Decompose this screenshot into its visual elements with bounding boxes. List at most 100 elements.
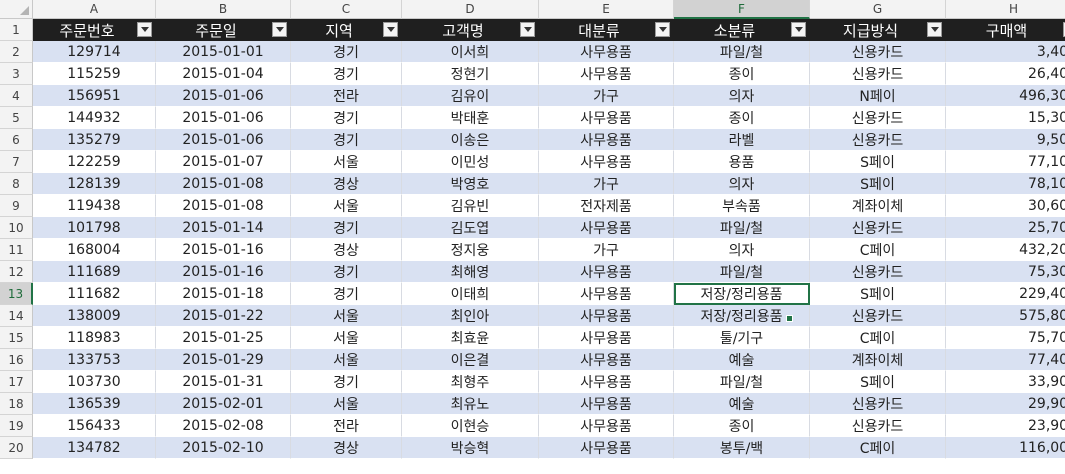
table-cell[interactable]: 최해영 — [402, 261, 539, 283]
table-cell[interactable]: 파일/철 — [674, 261, 810, 283]
filter-dropdown-button[interactable] — [655, 22, 670, 37]
table-cell[interactable]: 575,800 — [946, 305, 1065, 327]
table-cell[interactable]: 종이 — [674, 63, 810, 85]
filter-dropdown-button[interactable] — [383, 22, 398, 37]
table-cell[interactable]: 라벨 — [674, 129, 810, 151]
table-cell[interactable]: 최효윤 — [402, 327, 539, 349]
table-cell[interactable]: 이송은 — [402, 129, 539, 151]
table-cell[interactable]: 경기 — [291, 107, 402, 129]
table-cell[interactable]: 77,100 — [946, 151, 1065, 173]
row-header-14[interactable]: 14 — [0, 305, 33, 327]
table-cell[interactable]: 파일/철 — [674, 217, 810, 239]
row-header-6[interactable]: 6 — [0, 129, 33, 151]
table-cell[interactable]: 의자 — [674, 85, 810, 107]
column-header-e[interactable]: E — [539, 0, 674, 19]
table-cell[interactable]: 봉투/백 — [674, 437, 810, 459]
table-cell[interactable]: 135279 — [33, 129, 156, 151]
table-cell[interactable]: 2015-02-08 — [156, 415, 291, 437]
table-cell[interactable]: 예술 — [674, 349, 810, 371]
table-cell[interactable]: 김도엽 — [402, 217, 539, 239]
table-header-cell[interactable]: 구매액 — [946, 19, 1065, 41]
table-cell[interactable]: 경기 — [291, 217, 402, 239]
table-cell[interactable]: 계좌이체 — [810, 349, 946, 371]
table-cell[interactable]: 전라 — [291, 415, 402, 437]
table-cell[interactable]: 서울 — [291, 305, 402, 327]
table-cell[interactable]: 116,000 — [946, 437, 1065, 459]
table-cell[interactable]: 파일/철 — [674, 371, 810, 393]
table-cell[interactable]: 156433 — [33, 415, 156, 437]
table-cell[interactable]: 서울 — [291, 151, 402, 173]
row-header-12[interactable]: 12 — [0, 261, 33, 283]
row-header-10[interactable]: 10 — [0, 217, 33, 239]
table-cell[interactable]: 128139 — [33, 173, 156, 195]
filter-dropdown-button[interactable] — [272, 22, 287, 37]
table-cell[interactable]: 26,400 — [946, 63, 1065, 85]
table-cell[interactable]: 134782 — [33, 437, 156, 459]
table-cell[interactable]: 의자 — [674, 173, 810, 195]
table-cell[interactable]: 15,300 — [946, 107, 1065, 129]
row-header-3[interactable]: 3 — [0, 63, 33, 85]
table-cell[interactable]: S페이 — [810, 151, 946, 173]
table-cell[interactable]: 2015-01-16 — [156, 261, 291, 283]
table-cell[interactable]: 2015-01-07 — [156, 151, 291, 173]
table-cell[interactable]: 경기 — [291, 129, 402, 151]
column-header-d[interactable]: D — [402, 0, 539, 19]
table-cell[interactable]: 2015-01-18 — [156, 283, 291, 305]
table-cell[interactable]: 사무용품 — [539, 283, 674, 305]
table-cell[interactable]: 29,900 — [946, 393, 1065, 415]
table-cell[interactable]: 전라 — [291, 85, 402, 107]
table-cell[interactable]: 박승혁 — [402, 437, 539, 459]
table-cell[interactable]: 최인아 — [402, 305, 539, 327]
table-cell[interactable]: 서울 — [291, 195, 402, 217]
table-cell[interactable]: 경기 — [291, 283, 402, 305]
row-header-20[interactable]: 20 — [0, 437, 33, 459]
table-cell[interactable]: 2015-01-06 — [156, 107, 291, 129]
table-cell[interactable]: 사무용품 — [539, 415, 674, 437]
table-header-cell[interactable]: 주문일 — [156, 19, 291, 41]
table-cell[interactable]: 2015-01-22 — [156, 305, 291, 327]
row-header-13[interactable]: 13 — [0, 283, 33, 305]
table-cell[interactable]: 정지웅 — [402, 239, 539, 261]
column-header-g[interactable]: G — [810, 0, 946, 19]
table-cell[interactable]: 서울 — [291, 349, 402, 371]
table-cell[interactable]: 사무용품 — [539, 371, 674, 393]
table-cell[interactable]: 사무용품 — [539, 41, 674, 63]
row-header-15[interactable]: 15 — [0, 327, 33, 349]
table-cell[interactable]: 박태훈 — [402, 107, 539, 129]
table-cell[interactable]: 사무용품 — [539, 437, 674, 459]
row-header-18[interactable]: 18 — [0, 393, 33, 415]
table-cell[interactable]: 사무용품 — [539, 305, 674, 327]
table-cell[interactable]: 신용카드 — [810, 305, 946, 327]
row-header-9[interactable]: 9 — [0, 195, 33, 217]
row-header-8[interactable]: 8 — [0, 173, 33, 195]
table-cell[interactable]: 111682 — [33, 283, 156, 305]
filter-dropdown-button[interactable] — [137, 22, 152, 37]
table-cell[interactable]: 119438 — [33, 195, 156, 217]
table-cell[interactable]: 2015-01-01 — [156, 41, 291, 63]
table-cell[interactable]: 신용카드 — [810, 107, 946, 129]
column-header-c[interactable]: C — [291, 0, 402, 19]
table-cell[interactable]: 2015-01-25 — [156, 327, 291, 349]
table-cell[interactable]: 2015-01-16 — [156, 239, 291, 261]
table-cell[interactable]: 의자 — [674, 239, 810, 261]
row-header-2[interactable]: 2 — [0, 41, 33, 63]
table-cell[interactable]: 사무용품 — [539, 63, 674, 85]
table-cell[interactable]: 2015-01-29 — [156, 349, 291, 371]
table-cell[interactable]: 신용카드 — [810, 41, 946, 63]
table-cell[interactable]: 박영호 — [402, 173, 539, 195]
table-cell[interactable]: 432,200 — [946, 239, 1065, 261]
row-header-19[interactable]: 19 — [0, 415, 33, 437]
table-cell[interactable]: 사무용품 — [539, 349, 674, 371]
table-cell[interactable]: 2015-02-10 — [156, 437, 291, 459]
table-header-cell[interactable]: 주문번호 — [33, 19, 156, 41]
table-cell[interactable]: 신용카드 — [810, 393, 946, 415]
table-cell[interactable]: 김유이 — [402, 85, 539, 107]
row-header-7[interactable]: 7 — [0, 151, 33, 173]
table-cell[interactable]: 경기 — [291, 41, 402, 63]
table-cell[interactable]: 정현기 — [402, 63, 539, 85]
table-cell[interactable]: 168004 — [33, 239, 156, 261]
column-header-b[interactable]: B — [156, 0, 291, 19]
table-cell[interactable]: 경기 — [291, 63, 402, 85]
table-cell[interactable]: 예술 — [674, 393, 810, 415]
table-cell[interactable]: C페이 — [810, 437, 946, 459]
